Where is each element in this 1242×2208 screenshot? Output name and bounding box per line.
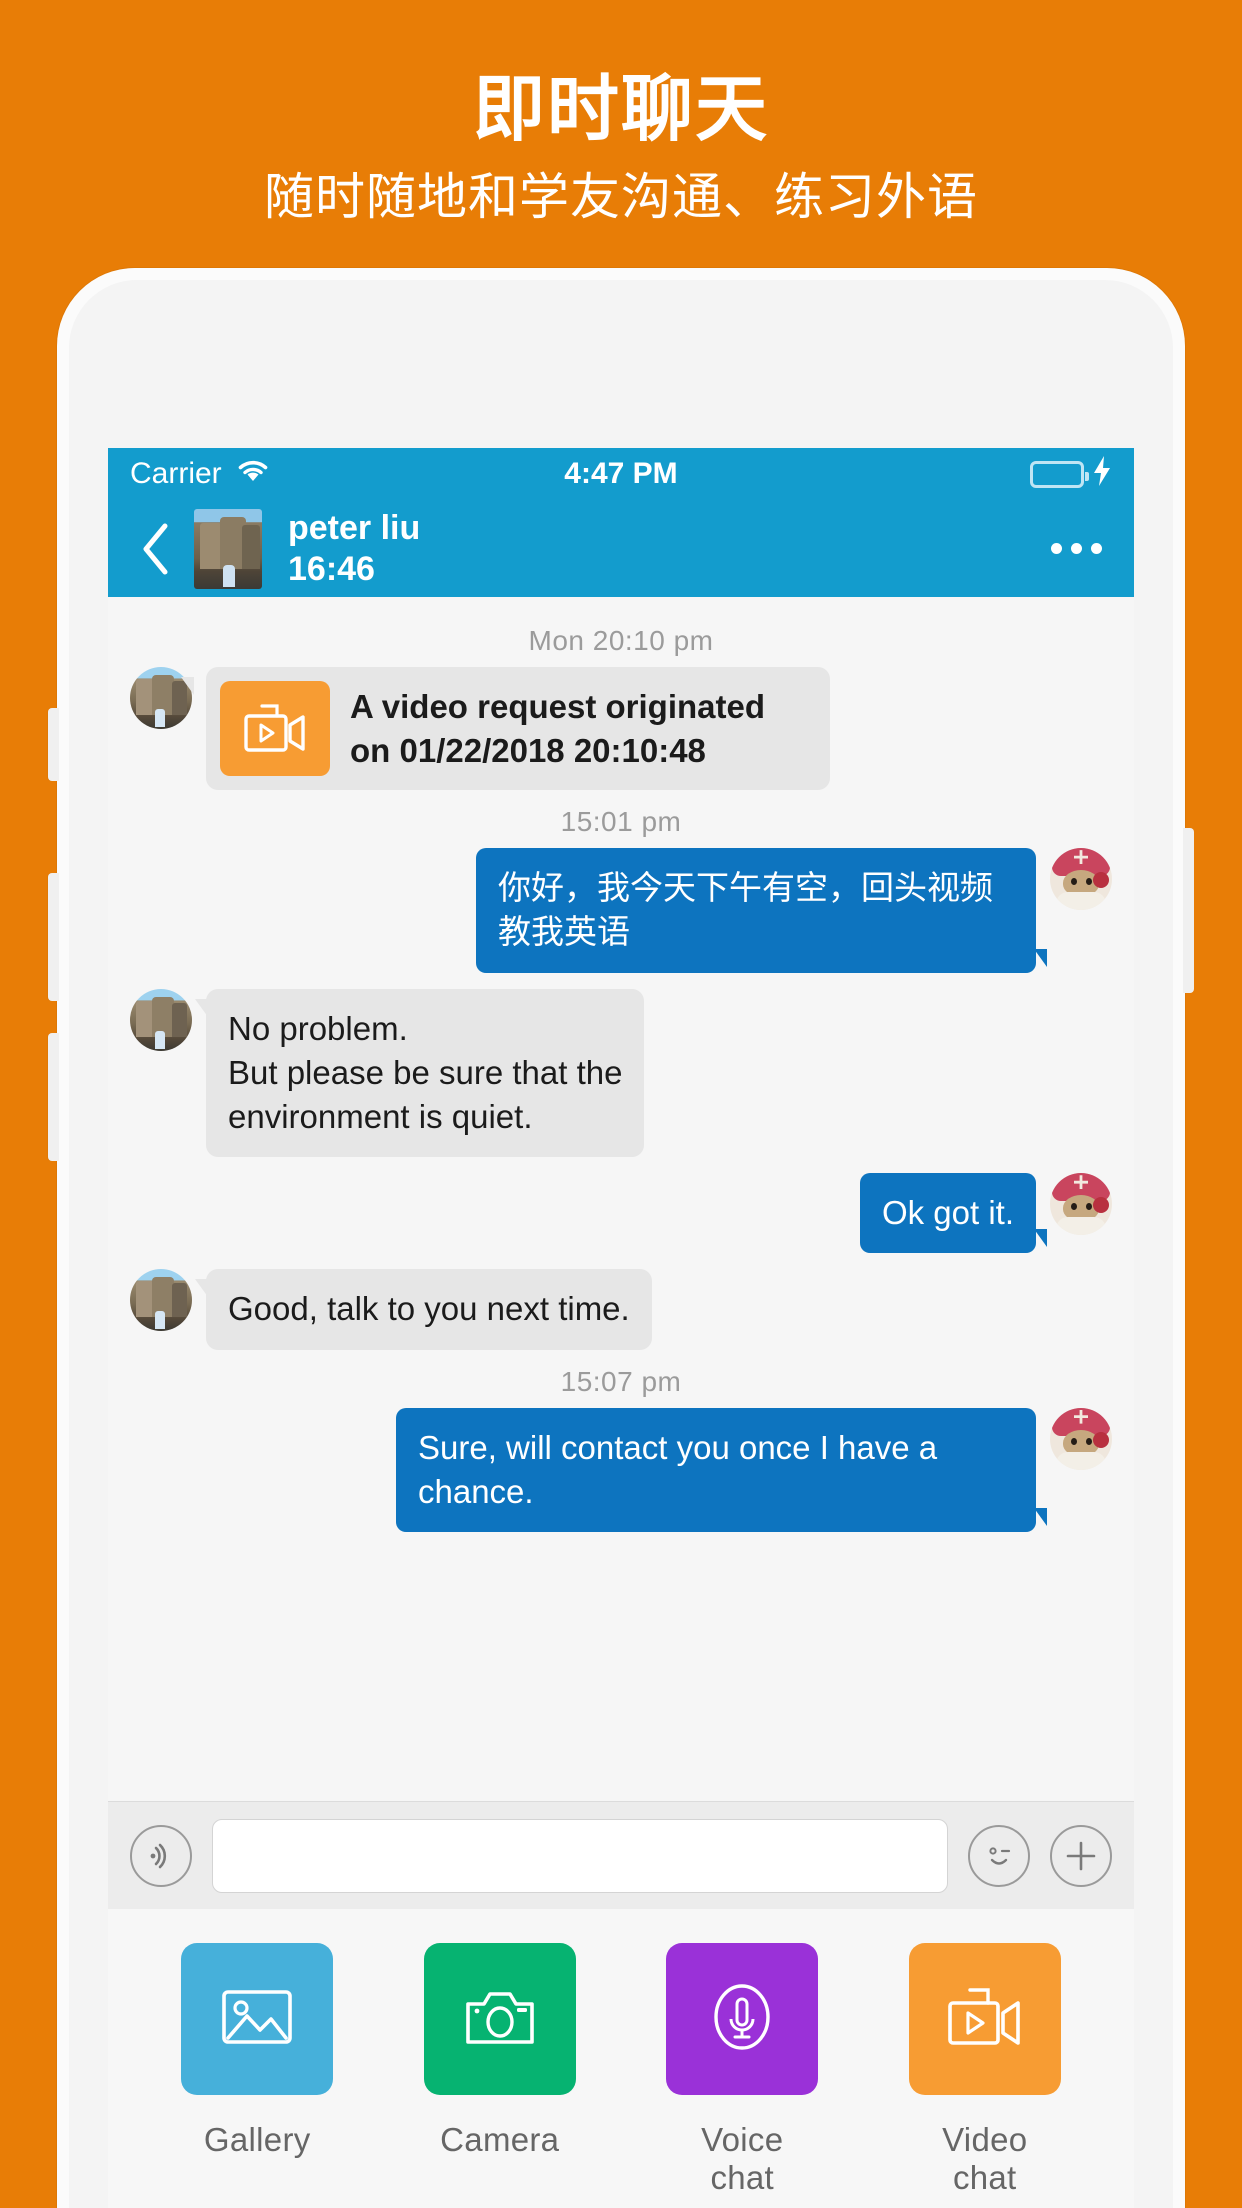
chat-row-outgoing: Sure, will contact you once I have a cha…: [108, 1407, 1134, 1533]
message-input[interactable]: [212, 1818, 948, 1893]
chat-message-list[interactable]: Mon 20:10 pm A video request originated …: [108, 597, 1134, 1801]
attachment-action-panel: Gallery Camera Voice chat Video chat: [108, 1909, 1134, 2208]
battery-icon: [1030, 460, 1089, 488]
action-label: Voice chat: [701, 2121, 784, 2196]
chat-row-incoming: No problem. But please be sure that the …: [108, 988, 1134, 1158]
message-timestamp: 15:01 pm: [560, 806, 682, 838]
promo-header: 即时聊天 随时随地和学友沟通、练习外语: [0, 0, 1242, 225]
phone-silent-switch: [48, 708, 59, 781]
action-camera[interactable]: Camera: [423, 1943, 576, 2197]
camera-icon: [464, 1986, 536, 2053]
voice-wave-icon[interactable]: [130, 1824, 192, 1887]
phone-mockup: Carrier 4:47 PM peter liu 16:46 Mon 20:1…: [48, 268, 1194, 2208]
plus-icon[interactable]: [1050, 1824, 1112, 1887]
action-label: Video chat: [942, 2121, 1028, 2196]
chat-row-outgoing: 你好，我今天下午有空，回头视频教我英语: [108, 848, 1134, 973]
contact-time: 16:46: [288, 549, 375, 588]
phone-volume-down-button: [48, 1033, 59, 1161]
phone-volume-up-button: [48, 873, 59, 1001]
image-icon: [220, 1986, 294, 2053]
action-gallery[interactable]: Gallery: [181, 1943, 334, 2197]
avatar[interactable]: [130, 1269, 192, 1332]
page-title: 即时聊天: [472, 70, 769, 150]
action-grid: Gallery Camera Voice chat Video chat: [108, 1943, 1134, 2197]
message-bubble[interactable]: No problem. But please be sure that the …: [194, 988, 645, 1158]
avatar[interactable]: [1050, 848, 1112, 911]
video-request-text: A video request originated on 01/22/2018…: [350, 688, 766, 769]
action-label: Camera: [440, 2121, 560, 2158]
avatar[interactable]: [1050, 1407, 1112, 1470]
message-input-bar: [108, 1801, 1134, 1909]
lightning-bolt-icon: [1092, 456, 1112, 492]
wifi-icon: [236, 457, 270, 491]
contact-info: peter liu 16:46: [288, 508, 420, 588]
phone-power-button: [1183, 828, 1194, 993]
camera-tile[interactable]: [423, 1943, 576, 2095]
video-chat-tile[interactable]: [908, 1943, 1061, 2095]
video-camera-icon: [220, 681, 330, 777]
video-camera-icon: [946, 1985, 1024, 2054]
message-timestamp: 15:07 pm: [560, 1365, 682, 1397]
status-bar: Carrier 4:47 PM: [108, 448, 1134, 500]
video-request-bubble[interactable]: A video request originated on 01/22/2018…: [192, 667, 830, 791]
chat-row-outgoing: Ok got it.: [108, 1173, 1134, 1254]
chat-row-video-request: A video request originated on 01/22/2018…: [108, 667, 1134, 791]
gallery-tile[interactable]: [181, 1943, 334, 2095]
avatar[interactable]: [1050, 1173, 1112, 1236]
status-bar-left: Carrier: [130, 457, 270, 491]
more-options-icon[interactable]: [1051, 543, 1108, 554]
message-bubble[interactable]: 你好，我今天下午有空，回头视频教我英语: [476, 848, 1047, 973]
action-label: Gallery: [203, 2121, 311, 2158]
message-bubble[interactable]: Ok got it.: [859, 1173, 1048, 1254]
action-video-chat[interactable]: Video chat: [908, 1943, 1061, 2197]
emoji-face-icon[interactable]: [968, 1824, 1030, 1887]
message-bubble[interactable]: Good, talk to you next time.: [195, 1269, 652, 1350]
message-timestamp: Mon 20:10 pm: [528, 625, 714, 656]
carrier-label: Carrier: [130, 457, 222, 490]
chat-navigation-bar: peter liu 16:46: [108, 500, 1134, 597]
chat-row-incoming: Good, talk to you next time.: [108, 1269, 1134, 1350]
page-subtitle: 随时随地和学友沟通、练习外语: [264, 169, 978, 226]
back-chevron-icon[interactable]: [134, 523, 178, 575]
action-voice-chat[interactable]: Voice chat: [666, 1943, 819, 2197]
contact-name: peter liu: [288, 509, 421, 548]
status-bar-right: [1030, 456, 1112, 492]
avatar[interactable]: [130, 988, 192, 1051]
phone-screen: Carrier 4:47 PM peter liu 16:46 Mon 20:1…: [108, 448, 1134, 2208]
voice-chat-tile[interactable]: [666, 1943, 819, 2095]
contact-avatar[interactable]: [194, 508, 262, 589]
microphone-icon: [706, 1981, 778, 2058]
message-bubble[interactable]: Sure, will contact you once I have a cha…: [396, 1407, 1047, 1533]
